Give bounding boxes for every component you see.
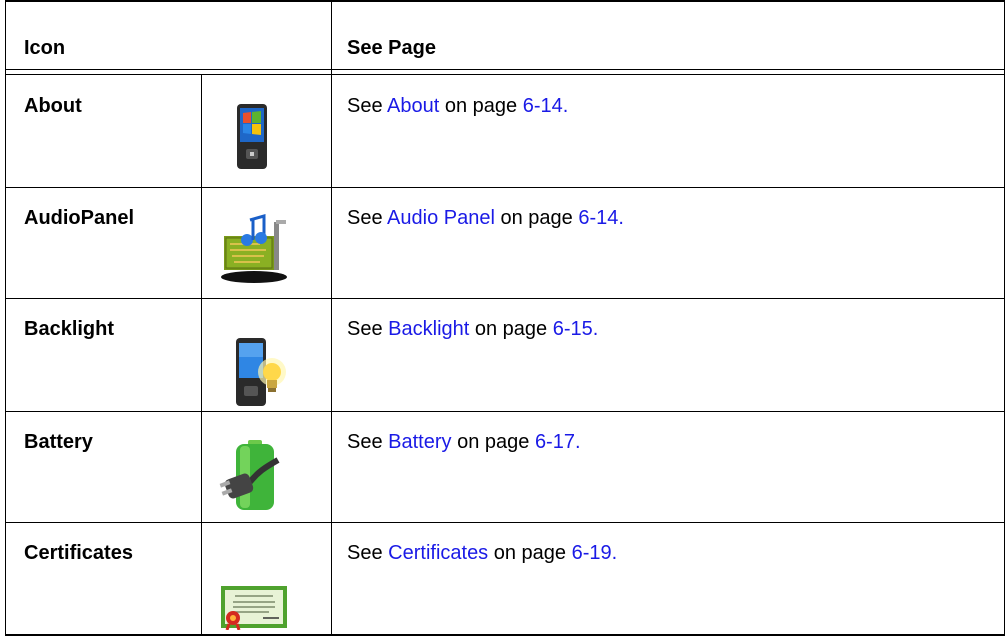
pocket-pc-windows-icon — [236, 103, 268, 175]
row-name: About — [24, 95, 82, 117]
certificates-link[interactable]: Certificates — [388, 542, 488, 564]
audio-card-icon — [220, 214, 288, 289]
row-description: See About on page 6-14. — [347, 95, 569, 117]
phone-lightbulb-icon — [230, 334, 286, 415]
page-link[interactable]: 6-15. — [553, 318, 599, 340]
row-name: Certificates — [24, 542, 133, 564]
certificate-icon — [219, 584, 289, 635]
row-name: AudioPanel — [24, 207, 135, 229]
page-link[interactable]: 6-19. — [572, 542, 618, 564]
row-description: See Battery on page 6-17. — [347, 431, 581, 453]
row-description: See Certificates on page 6-19. — [347, 542, 618, 564]
row-divider — [5, 411, 1005, 412]
header-rule-1 — [5, 69, 1005, 70]
row-description: See Backlight on page 6-15. — [347, 318, 599, 340]
icon-subcolumn-divider — [201, 75, 202, 636]
row-divider — [5, 298, 1005, 299]
page-link[interactable]: 6-17. — [535, 431, 581, 453]
audio-panel-link[interactable]: Audio Panel — [387, 207, 495, 229]
table-left-border — [5, 0, 6, 636]
row-description: See Audio Panel on page 6-14. — [347, 207, 624, 229]
table-top-border — [5, 0, 1005, 2]
table-bottom-border — [5, 634, 1005, 636]
battery-link[interactable]: Battery — [388, 431, 451, 453]
column-divider — [331, 0, 332, 636]
about-link[interactable]: About — [387, 95, 439, 117]
row-name: Backlight — [24, 318, 115, 340]
row-divider — [5, 522, 1005, 523]
header-see-page: See Page — [347, 37, 436, 59]
battery-plug-icon — [218, 438, 288, 519]
table-right-border — [1004, 0, 1005, 636]
page-link[interactable]: 6-14. — [578, 207, 624, 229]
backlight-link[interactable]: Backlight — [388, 318, 469, 340]
row-name: Battery — [24, 431, 93, 453]
header-icon: Icon — [24, 37, 66, 59]
settings-icon-table: Icon See Page About See About on page 6-… — [5, 0, 1005, 636]
page-link[interactable]: 6-14. — [523, 95, 569, 117]
row-divider — [5, 187, 1005, 188]
header-rule-2 — [5, 74, 1005, 75]
